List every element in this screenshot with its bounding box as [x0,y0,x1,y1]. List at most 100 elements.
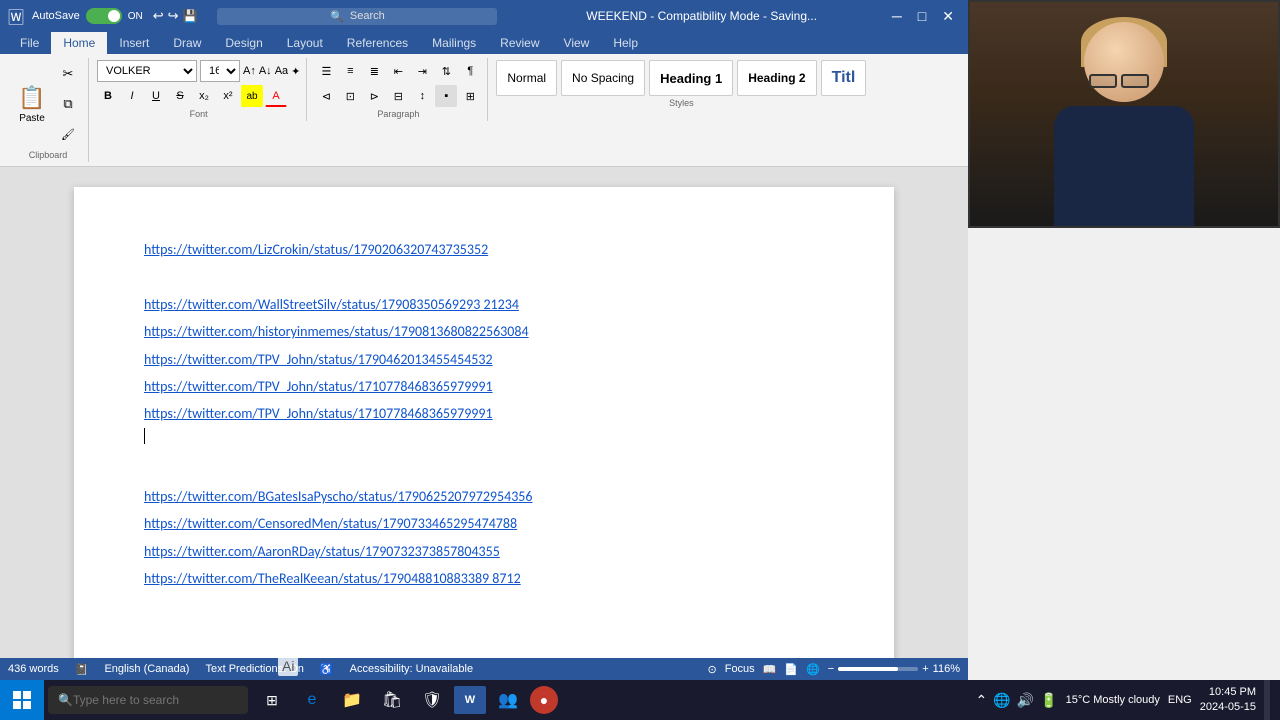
italic-button[interactable]: I [121,85,143,107]
teams-icon[interactable]: 👥 [490,680,526,720]
font-size-selector[interactable]: 16 [200,60,240,82]
underline-button[interactable]: U [145,85,167,107]
text-highlight-button[interactable]: ab [241,85,263,107]
cut-button[interactable]: ✂ [54,60,82,88]
style-heading2-button[interactable]: Heading 2 [737,60,816,96]
decrease-font-icon[interactable]: A↓ [259,65,272,77]
person-glasses [1089,74,1159,88]
decrease-indent-button[interactable]: ⇤ [387,60,409,82]
focus-label[interactable]: Focus [725,663,755,675]
zoom-in-icon[interactable]: + [922,663,928,675]
minimize-button[interactable]: ─ [886,8,908,25]
copy-button[interactable]: ⧉ [54,90,82,118]
font-name-selector[interactable]: VOLKER [97,60,197,82]
tab-insert[interactable]: Insert [107,32,161,54]
sort-button[interactable]: ⇅ [435,60,457,82]
taskbar-clock[interactable]: 10:45 PM 2024-05-15 [1200,685,1256,716]
clipboard-secondary: ✂ ⧉ 🖌 [54,60,82,148]
link-10[interactable]: https://twitter.com/TheRealKeean/status/… [144,566,824,591]
start-button[interactable] [0,680,44,720]
autosave-toggle[interactable] [86,8,122,24]
style-no-spacing-button[interactable]: No Spacing [561,60,645,96]
title-search-box[interactable]: 🔍 Search [217,8,497,25]
shading-button[interactable]: ▪ [435,85,457,107]
task-view-button[interactable]: ⊞ [254,680,290,720]
borders-button[interactable]: ⊞ [459,85,481,107]
volume-icon[interactable]: 🔊 [1017,692,1034,709]
tab-view[interactable]: View [552,32,602,54]
font-color-button[interactable]: A [265,85,287,107]
tab-review[interactable]: Review [488,32,551,54]
tab-references[interactable]: References [335,32,420,54]
subscript-button[interactable]: x₂ [193,85,215,107]
link-4[interactable]: https://twitter.com/TPV_John/status/1790… [144,347,824,372]
align-right-button[interactable]: ⊳ [363,85,385,107]
link-6[interactable]: https://twitter.com/TPV_John/status/1710… [144,401,824,426]
tab-help[interactable]: Help [601,32,650,54]
tab-draw[interactable]: Draw [161,32,213,54]
word-icon[interactable]: W [454,686,486,714]
multilevel-list-button[interactable]: ≣ [363,60,385,82]
tab-file[interactable]: File [8,32,51,54]
tab-layout[interactable]: Layout [275,32,335,54]
print-layout-icon[interactable]: 📄 [784,663,798,676]
increase-font-icon[interactable]: A↑ [243,65,256,77]
show-formatting-button[interactable]: ¶ [459,60,481,82]
style-title-button[interactable]: Titl [821,60,867,96]
numbering-button[interactable]: ≡ [339,60,361,82]
bullets-button[interactable]: ☰ [315,60,337,82]
edge-icon[interactable]: e [294,680,330,720]
link-1[interactable]: https://twitter.com/LizCrokin/status/179… [144,237,824,262]
align-left-button[interactable]: ⊲ [315,85,337,107]
close-button[interactable]: ✕ [936,8,960,25]
superscript-button[interactable]: x² [217,85,239,107]
tab-home[interactable]: Home [51,32,107,54]
format-painter-button[interactable]: 🖌 [54,120,82,148]
increase-indent-button[interactable]: ⇥ [411,60,433,82]
shield-icon[interactable]: 🛡 [414,680,450,720]
undo-icon[interactable]: ↩ [153,8,164,24]
link-2[interactable]: https://twitter.com/WallStreetSilv/statu… [144,292,824,317]
focus-icon[interactable]: ⊙ [708,663,717,676]
justify-button[interactable]: ⊟ [387,85,409,107]
store-icon[interactable]: 🛍 [374,680,410,720]
link-3[interactable]: https://twitter.com/historyinmemes/statu… [144,319,824,344]
tab-mailings[interactable]: Mailings [420,32,488,54]
clear-format-icon[interactable]: ✦ [291,65,300,78]
paste-button[interactable]: 📋 Paste [14,82,50,126]
change-case-icon[interactable]: Aa [275,65,288,77]
document-page[interactable]: https://twitter.com/LizCrokin/status/179… [74,187,894,658]
zoom-out-icon[interactable]: − [828,663,834,675]
strikethrough-button[interactable]: S [169,85,191,107]
web-layout-icon[interactable]: 🌐 [806,663,820,676]
up-arrow-icon[interactable]: ⌃ [976,692,988,709]
zoom-control[interactable]: − + 116% [828,663,960,675]
style-normal-button[interactable]: Normal [496,60,557,96]
battery-icon[interactable]: 🔋 [1040,692,1057,709]
paste-icon: 📋 [18,85,45,111]
explorer-icon[interactable]: 📁 [334,680,370,720]
network-icon[interactable]: 🌐 [993,692,1010,709]
status-right: ⊙ Focus 📖 📄 🌐 − + 116% [708,663,961,676]
tab-design[interactable]: Design [213,32,274,54]
link-8[interactable]: https://twitter.com/CensoredMen/status/1… [144,511,824,536]
show-desktop-button[interactable] [1264,680,1270,720]
line-spacing-button[interactable]: ↕ [411,85,433,107]
search-placeholder-text: Search [350,10,385,22]
app-icon-red[interactable]: ● [530,686,558,714]
bold-button[interactable]: B [97,85,119,107]
redo-icon[interactable]: ↪ [168,8,179,24]
link-7[interactable]: https://twitter.com/BGatesIsaPyscho/stat… [144,484,824,509]
link-9[interactable]: https://twitter.com/AaronRDay/status/179… [144,539,824,564]
status-bar: 436 words 📓 English (Canada) Text Predic… [0,658,968,680]
link-5[interactable]: https://twitter.com/TPV_John/status/1710… [144,374,824,399]
taskbar-search[interactable]: 🔍 [48,686,248,714]
taskbar-search-input[interactable] [73,693,233,707]
save-icon[interactable]: 💾 [183,9,198,23]
weather-temp: 15°C Mostly cloudy [1066,694,1160,706]
align-center-button[interactable]: ⊡ [339,85,361,107]
zoom-level: 116% [933,663,960,675]
maximize-button[interactable]: □ [912,8,932,25]
read-mode-icon[interactable]: 📖 [763,663,777,676]
style-heading1-button[interactable]: Heading 1 [649,60,733,96]
